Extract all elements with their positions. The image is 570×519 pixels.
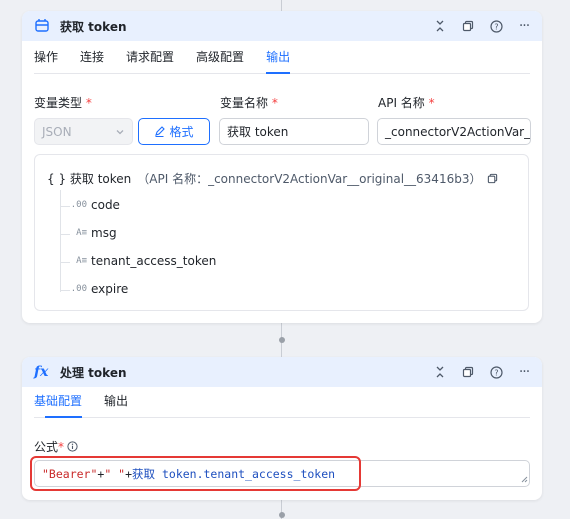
node-tabs: 基础配置 输出 [34, 387, 530, 418]
tab-request-config[interactable]: 请求配置 [115, 48, 185, 73]
resize-handle-icon[interactable] [521, 476, 528, 483]
edit-icon [154, 126, 166, 137]
tab-basic-config[interactable]: 基础配置 [34, 392, 93, 418]
output-tree: { } 获取 token （API 名称：_connectorV2ActionV… [34, 154, 529, 311]
var-name-input[interactable]: 获取 token [219, 118, 369, 145]
chevron-down-icon [115, 127, 125, 137]
tree-root: { } 获取 token （API 名称：_connectorV2ActionV… [47, 170, 498, 187]
connector-dot-bottom [279, 512, 285, 518]
number-type-icon: .00 [70, 200, 87, 210]
copy-icon[interactable] [487, 173, 498, 184]
formula-icon: fx [34, 364, 49, 380]
number-type-icon: .00 [70, 284, 87, 294]
api-name-label: API 名称 * [378, 96, 435, 110]
collapse-icon[interactable] [432, 18, 448, 34]
help-icon[interactable]: ? [488, 364, 504, 380]
tree-field-expire[interactable]: .00 expire [69, 282, 129, 296]
node-title: 处理 token [60, 365, 127, 380]
copy-icon[interactable] [460, 18, 476, 34]
more-icon[interactable]: ··· [516, 364, 532, 380]
node-header: fx 处理 token ? ··· [22, 357, 542, 387]
tab-operation[interactable]: 操作 [34, 48, 69, 73]
tab-output[interactable]: 输出 [255, 48, 301, 74]
tree-field-code[interactable]: .00 code [69, 198, 120, 212]
text-type-icon: A≡ [76, 228, 87, 238]
tree-field-tenant-access-token[interactable]: A≡ tenant_access_token [69, 254, 216, 268]
node-tabs: 操作 连接 请求配置 高级配置 输出 [34, 41, 530, 74]
svg-text:?: ? [494, 22, 498, 31]
node-card-get-token[interactable]: 获取 token ? ··· 操作 连接 请求配置 高级配置 输出 变量类型 *… [22, 11, 542, 323]
info-icon[interactable] [67, 441, 78, 452]
node-title: 获取 token [60, 19, 127, 34]
svg-text:?: ? [494, 368, 498, 377]
format-button[interactable]: 格式 [138, 118, 210, 145]
tab-connection[interactable]: 连接 [69, 48, 115, 73]
node-header: 获取 token ? ··· [22, 11, 542, 41]
help-icon[interactable]: ? [488, 18, 504, 34]
copy-icon[interactable] [460, 364, 476, 380]
connector-dot [279, 337, 285, 343]
var-type-select[interactable]: JSON [34, 118, 133, 145]
text-type-icon: A≡ [76, 256, 87, 266]
api-node-icon [34, 18, 50, 34]
collapse-icon[interactable] [432, 364, 448, 380]
var-type-label: 变量类型 * [34, 96, 92, 110]
formula-text[interactable]: "Bearer"+" "+获取 token.tenant_access_toke… [42, 466, 335, 482]
var-name-label: 变量名称 * [220, 96, 278, 110]
node-card-process-token[interactable]: fx 处理 token ? ··· 基础配置 输出 公式 * "Bearer"+"… [22, 357, 542, 500]
more-icon[interactable]: ··· [516, 18, 532, 34]
formula-label: 公式 * [34, 438, 78, 455]
api-name-input[interactable]: _connectorV2ActionVar_ [377, 118, 531, 145]
tab-output[interactable]: 输出 [93, 392, 139, 417]
tree-field-msg[interactable]: A≡ msg [69, 226, 116, 240]
tab-advanced-config[interactable]: 高级配置 [185, 48, 255, 73]
